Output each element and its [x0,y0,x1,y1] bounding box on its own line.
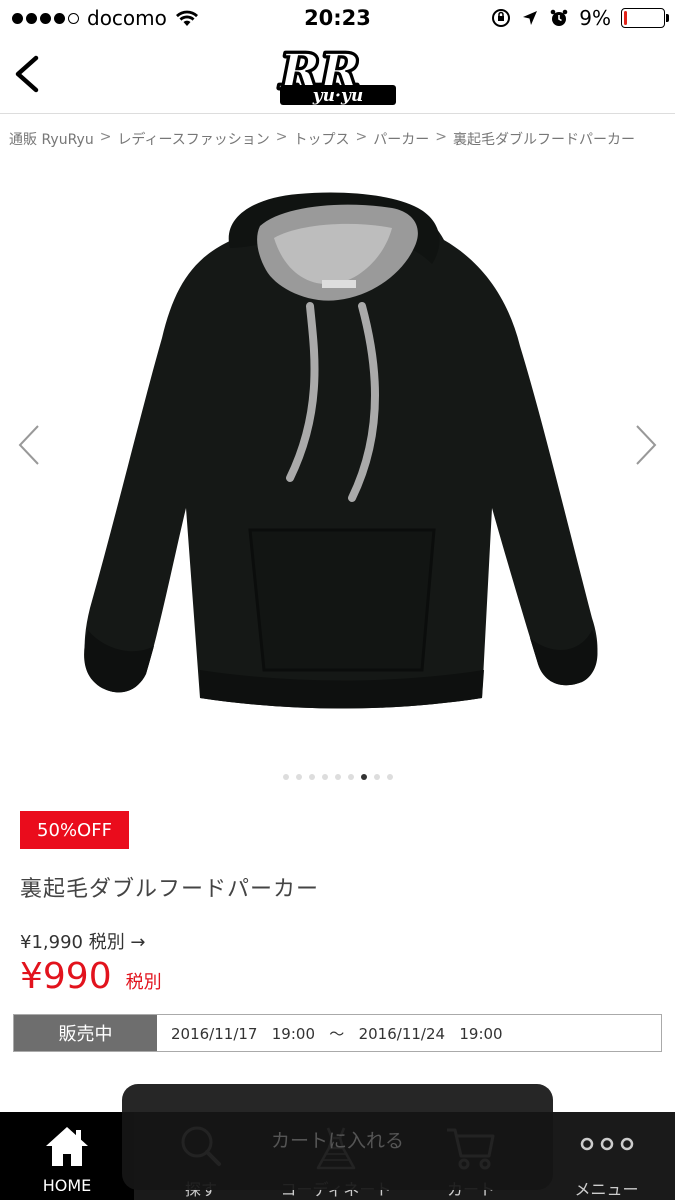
battery-level [624,11,627,25]
gallery-prev-button[interactable] [14,422,44,468]
nav-item-home[interactable]: HOME [0,1112,134,1200]
breadcrumb-separator: > [275,129,288,145]
pagination-dot[interactable] [334,774,341,780]
pagination-dot[interactable] [321,774,328,780]
breadcrumb-separator: > [435,129,447,145]
gallery-pagination [0,774,675,780]
add-to-cart-button[interactable]: カートに入れる [122,1084,553,1190]
pagination-dot[interactable] [360,774,367,780]
status-bar: docomo 20:23 9% [0,0,675,38]
breadcrumb-item-ladies[interactable]: レディースファッション [117,129,269,149]
product-gallery[interactable] [0,160,675,760]
pagination-dot[interactable] [347,774,354,780]
breadcrumb-separator: > [99,129,112,145]
breadcrumb-item-tops[interactable]: トップス [294,129,350,149]
sale-period: 販売中 2016/11/17 19:00 〜 2016/11/24 19:00 [13,1014,662,1052]
status-right: 9% [491,6,669,30]
location-arrow-icon [523,11,538,25]
ryuryu-logo[interactable]: RR RR yu·yu [274,40,400,110]
home-icon [46,1127,88,1166]
nav-label-home: HOME [42,1176,92,1195]
breadcrumb-item-parka[interactable]: パーカー [373,129,429,149]
pagination-dot[interactable] [373,774,380,780]
original-price: ¥1,990 税別 → [20,932,146,953]
gallery-next-button[interactable] [631,422,661,468]
app-header: RR RR yu·yu [0,38,675,114]
pagination-dot[interactable] [295,774,302,780]
more-icon [580,1137,633,1151]
back-chevron-icon [15,55,39,93]
rotation-lock-icon [492,9,511,27]
sale-price-row: ¥990 税別 [20,956,162,997]
breadcrumb-item-home[interactable]: 通販 RyuRyu [9,129,94,149]
sale-tax-label: 税別 [125,972,162,993]
breadcrumb-item-current: 裏起毛ダブルフードパーカー [452,132,635,148]
battery-icon [621,8,669,28]
nav-item-menu[interactable]: メニュー [538,1112,675,1200]
breadcrumb-separator: > [355,129,368,145]
svg-text:yu·yu: yu·yu [312,86,363,106]
sale-status-label: 販売中 [14,1015,157,1051]
sale-period-dates: 2016/11/17 19:00 〜 2016/11/24 19:00 [171,1024,503,1043]
pagination-dot[interactable] [308,774,315,780]
back-button[interactable] [6,52,50,96]
nav-label-menu: メニュー [574,1180,639,1199]
pagination-dot[interactable] [386,774,393,780]
add-to-cart-label: カートに入れる [270,1130,404,1152]
chevron-right-icon [636,425,657,465]
sale-price: ¥990 [20,956,112,997]
alarm-icon [550,9,568,26]
discount-badge: 50%OFF [20,811,129,849]
pagination-dot[interactable] [282,774,289,780]
battery-percent: 9% [579,6,611,30]
product-image-hoodie[interactable] [62,178,612,718]
breadcrumb: 通販 RyuRyu > レディースファッション > トップス > パーカー > … [9,129,635,149]
chevron-left-icon [18,425,39,465]
product-title: 裏起毛ダブルフードパーカー [20,877,320,902]
